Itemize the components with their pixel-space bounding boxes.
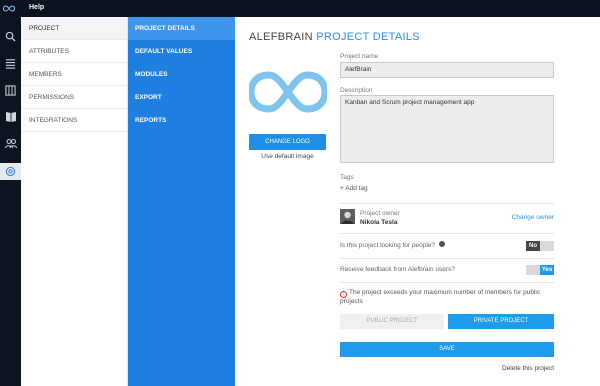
map-icon[interactable] [3, 83, 18, 98]
page-title: ALEFBRAIN PROJECT DETAILS [249, 31, 420, 43]
menu-item-attributes[interactable]: ATTRIBUTES [21, 40, 127, 63]
receive-feedback-toggle[interactable]: Yes [526, 265, 554, 275]
menu-item-integrations[interactable]: INTEGRATIONS [21, 109, 127, 132]
tags-label: Tags [340, 174, 354, 181]
submenu-item-modules[interactable]: MODULES [128, 63, 235, 86]
team-icon[interactable] [3, 136, 18, 151]
project-name-label: Project name [340, 53, 379, 60]
submenu-item-export[interactable]: EXPORT [128, 86, 235, 109]
delete-project-link[interactable]: Delete this project [502, 365, 554, 372]
save-button[interactable]: SAVE [340, 342, 554, 357]
team-icon [438, 241, 445, 247]
search-icon[interactable] [3, 29, 18, 44]
change-owner-link[interactable]: Change owner [512, 214, 554, 221]
project-details-panel: ALEFBRAIN PROJECT DETAILS CHANGE LOGO Us… [235, 17, 600, 386]
menu-item-permissions[interactable]: PERMISSIONS [21, 86, 127, 109]
looking-for-people-label: Is this project looking for people? [340, 241, 445, 249]
add-tag-button[interactable]: + Add tag [340, 185, 368, 192]
help-menu[interactable]: Help [29, 4, 44, 11]
description-label: Description [340, 87, 373, 94]
icon-rail [0, 17, 21, 386]
book-icon[interactable] [3, 109, 18, 124]
submenu-item-default-values[interactable]: DEFAULT VALUES [128, 40, 235, 63]
menu-item-project[interactable]: PROJECT [21, 17, 127, 40]
receive-feedback-label: Receive feedback from Alefbrain users? [340, 266, 455, 273]
list-icon[interactable] [3, 56, 18, 71]
project-name-field[interactable]: AlefBrain [340, 62, 554, 78]
looking-for-people-toggle[interactable]: No [526, 241, 554, 251]
toggle-value: No [526, 241, 540, 251]
divider [340, 233, 554, 234]
warning-icon: ! [340, 291, 347, 298]
toggle-value: Yes [540, 265, 554, 275]
owner-label: Project owner [360, 210, 400, 217]
private-project-button[interactable]: PRIVATE PROJECT [448, 314, 554, 329]
description-field[interactable]: Kanban and Scrum project management app [340, 95, 554, 163]
avatar [340, 209, 355, 224]
divider [340, 258, 554, 259]
settings-icon[interactable] [0, 163, 21, 180]
app-logo-icon[interactable] [3, 3, 15, 14]
submenu-item-reports[interactable]: REPORTS [128, 109, 235, 132]
public-project-button[interactable]: PUBLIC PROJECT [340, 314, 444, 329]
page-title-section: PROJECT DETAILS [316, 31, 420, 43]
project-submenu: PROJECT DETAILS DEFAULT VALUES MODULES E… [128, 17, 235, 386]
divider [340, 282, 554, 283]
menu-item-members[interactable]: MEMBERS [21, 63, 127, 86]
use-default-image-link[interactable]: Use default image [249, 153, 326, 160]
project-logo-icon [249, 71, 327, 113]
divider [340, 203, 554, 204]
owner-name: Nikola Tesla [360, 219, 398, 226]
top-bar: Help [0, 0, 600, 17]
page-title-project: ALEFBRAIN [249, 31, 313, 43]
members-warning: ! The project exceeds your maximum number… [340, 289, 554, 307]
submenu-item-project-details[interactable]: PROJECT DETAILS [128, 17, 235, 40]
looking-for-people-text: Is this project looking for people? [340, 242, 436, 249]
warning-text: The project exceeds your maximum number … [340, 289, 541, 305]
settings-menu: PROJECT ATTRIBUTES MEMBERS PERMISSIONS I… [21, 17, 128, 386]
change-logo-button[interactable]: CHANGE LOGO [249, 134, 326, 150]
